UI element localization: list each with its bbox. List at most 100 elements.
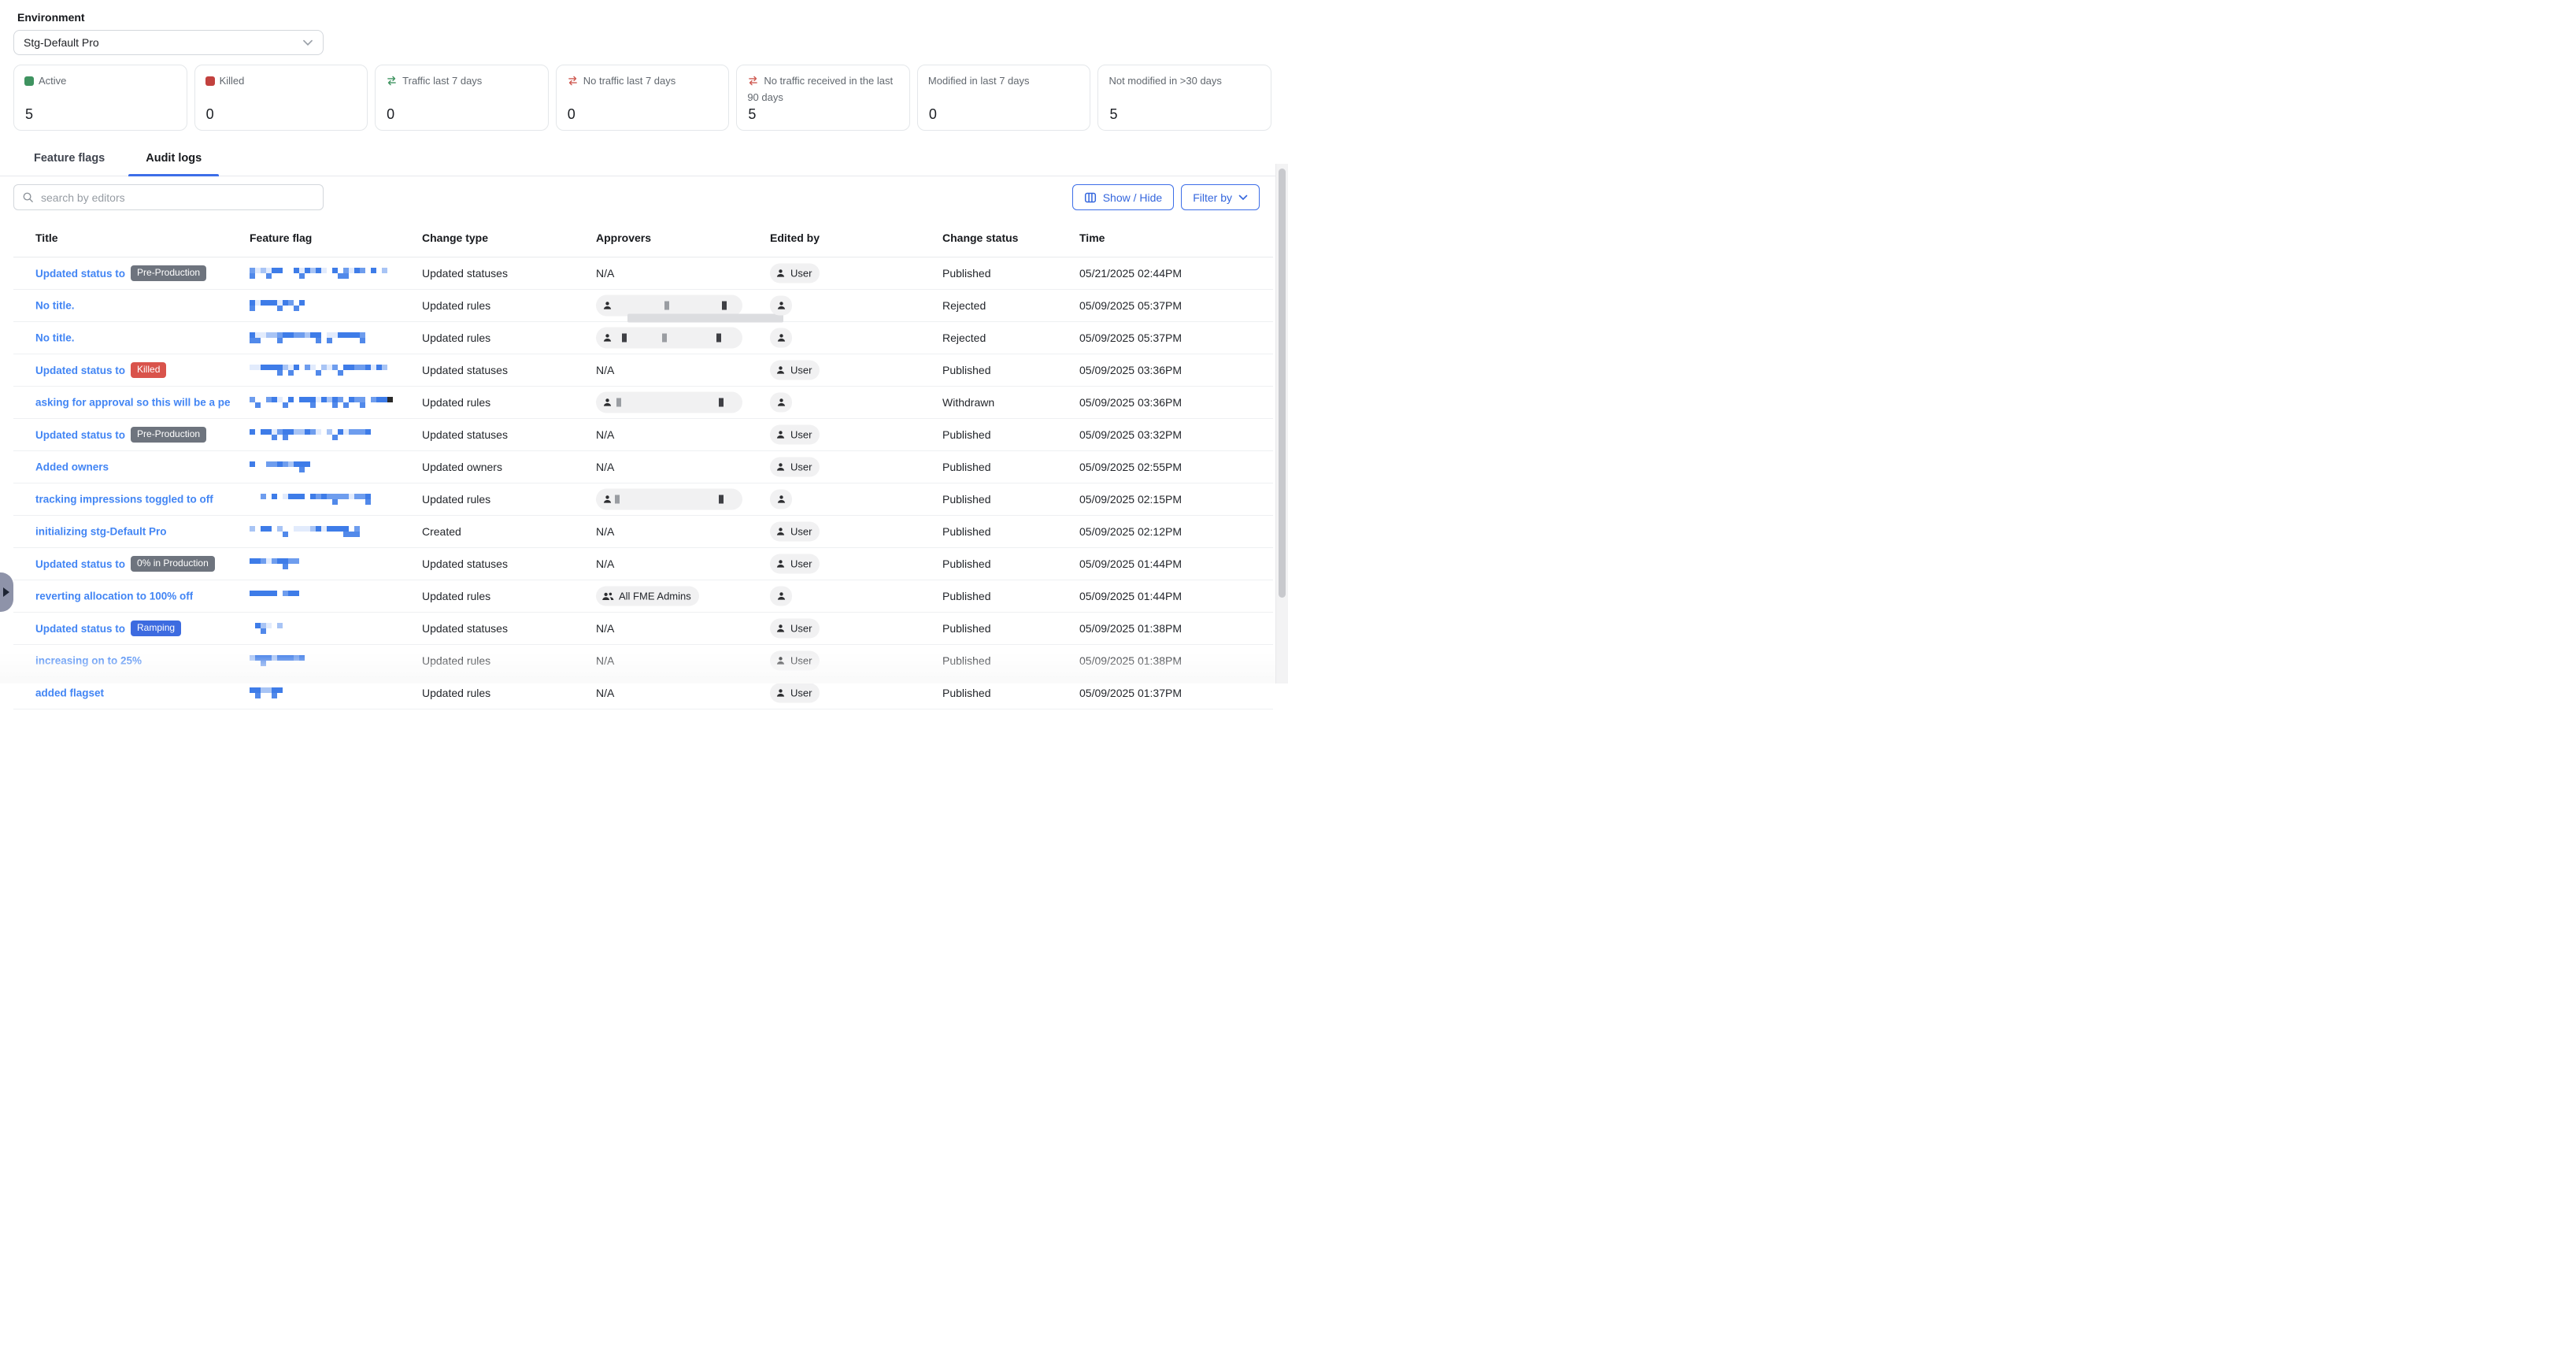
pixel: [360, 397, 365, 402]
audit-title-link[interactable]: No title.: [35, 332, 75, 344]
audit-title-link[interactable]: Updated status to Killed: [35, 362, 166, 378]
pixel: [250, 397, 255, 402]
scrollbar-thumb[interactable]: [1279, 169, 1286, 598]
change-type-cell: Updated rules: [422, 687, 490, 699]
show-hide-label: Show / Hide: [1103, 191, 1162, 204]
pixel: [277, 397, 283, 402]
pixel: [283, 655, 288, 661]
pixel: [250, 687, 255, 693]
feature-flag-redacted-pixels: [250, 332, 365, 343]
audit-title-link[interactable]: added flagset: [35, 687, 104, 699]
person-icon: [775, 656, 786, 666]
pixel: [310, 332, 316, 338]
editor-avatar-chip: [770, 328, 792, 348]
pixel: [261, 526, 266, 532]
column-header-feature-flag: Feature flag: [250, 232, 312, 244]
audit-title-link[interactable]: reverting allocation to 100% off: [35, 591, 193, 602]
editor-avatar-chip: [770, 490, 792, 509]
audit-title-link[interactable]: Updated status toPre-Production: [35, 427, 206, 443]
pixel: [360, 402, 365, 408]
audit-title-link[interactable]: Added owners: [35, 461, 109, 473]
audit-title-link[interactable]: Updated status toRamping: [35, 621, 181, 636]
table-row: Updated status to0% in ProductionUpdated…: [13, 548, 1273, 580]
pixel: [354, 332, 360, 338]
pixel: [305, 526, 310, 532]
stat-card-label: No traffic last 7 days: [567, 74, 719, 91]
pixel: [294, 494, 299, 499]
change-status-cell: Withdrawn: [942, 396, 994, 409]
approvers-cell: N/A: [596, 558, 614, 570]
scrollbar-track[interactable]: [1275, 164, 1288, 684]
status-badge: Killed: [131, 362, 166, 378]
editor-user-chip: User: [770, 684, 820, 703]
pixel: [321, 397, 327, 402]
show-hide-columns-button[interactable]: Show / Hide: [1072, 184, 1174, 210]
stat-card-label: Modified in last 7 days: [928, 74, 1080, 89]
search-input[interactable]: [39, 191, 315, 205]
person-icon: [602, 398, 613, 408]
person-icon: [776, 591, 786, 602]
editor-user-chip: User: [770, 264, 820, 283]
audit-title-link[interactable]: tracking impressions toggled to off: [35, 494, 213, 506]
tab-feature-flags[interactable]: Feature flags: [34, 144, 105, 176]
audit-title-text: Updated status to: [35, 365, 125, 376]
pixel: [316, 494, 321, 499]
edited-by-cell: User: [770, 361, 820, 380]
pixel: [332, 526, 338, 532]
stat-card-label: Active: [24, 74, 176, 91]
redaction-mark: [615, 495, 620, 504]
time-cell: 05/09/2025 05:37PM: [1079, 332, 1182, 344]
time-cell: 05/09/2025 02:12PM: [1079, 525, 1182, 538]
pixel: [288, 300, 294, 306]
pixel: [277, 268, 283, 273]
change-type-cell: Updated rules: [422, 332, 490, 344]
audit-title-link[interactable]: initializing stg-Default Pro: [35, 526, 167, 538]
editor-user-label: User: [790, 687, 812, 699]
audit-title-link[interactable]: Updated status to0% in Production: [35, 556, 215, 572]
stat-card-value: 0: [387, 106, 394, 123]
pixel: [349, 365, 354, 370]
tab-audit-logs[interactable]: Audit logs: [146, 144, 202, 176]
pixel: [299, 397, 305, 402]
pixel: [272, 558, 277, 564]
pixel: [277, 332, 283, 338]
environment-value: Stg-Default Pro: [24, 36, 99, 49]
status-badge: Ramping: [131, 621, 181, 636]
filter-by-button[interactable]: Filter by: [1181, 184, 1260, 210]
environment-select[interactable]: Stg-Default Pro: [13, 30, 324, 55]
change-type-cell: Updated rules: [422, 590, 490, 602]
arrows-green-icon: [386, 76, 398, 91]
column-header-time: Time: [1079, 232, 1105, 244]
pixel: [310, 494, 316, 499]
pixel: [283, 365, 288, 370]
pixel: [371, 268, 376, 273]
chevron-down-icon: [1238, 194, 1248, 201]
pixel: [255, 558, 261, 564]
filter-by-label: Filter by: [1193, 191, 1232, 204]
column-header-change-status: Change status: [942, 232, 1018, 244]
pixel: [288, 397, 294, 402]
approver-redacted-chip: [596, 489, 742, 510]
audit-title-link[interactable]: asking for approval so this will be a pe: [35, 397, 231, 409]
pixel: [354, 532, 360, 537]
sidebar-expand-toggle[interactable]: [0, 572, 13, 612]
search-box[interactable]: [13, 184, 324, 210]
approvers-cell: N/A: [596, 622, 614, 635]
audit-title-link[interactable]: Updated status toPre-Production: [35, 265, 206, 281]
audit-title-link[interactable]: No title.: [35, 300, 75, 312]
editor-user-label: User: [790, 268, 812, 280]
change-status-cell: Published: [942, 622, 991, 635]
pixel: [382, 365, 387, 370]
pixel: [299, 300, 305, 306]
redaction-mark: [716, 334, 721, 343]
change-type-cell: Updated rules: [422, 654, 490, 667]
pixel: [250, 300, 255, 306]
audit-title-link[interactable]: increasing on to 25%: [35, 655, 142, 667]
feature-flag-redacted-pixels: [250, 429, 371, 440]
pixel: [266, 268, 272, 273]
time-cell: 05/09/2025 01:44PM: [1079, 558, 1182, 570]
person-icon: [776, 301, 786, 311]
pixel: [277, 300, 283, 306]
pixel: [299, 273, 305, 279]
pixel: [272, 591, 277, 596]
